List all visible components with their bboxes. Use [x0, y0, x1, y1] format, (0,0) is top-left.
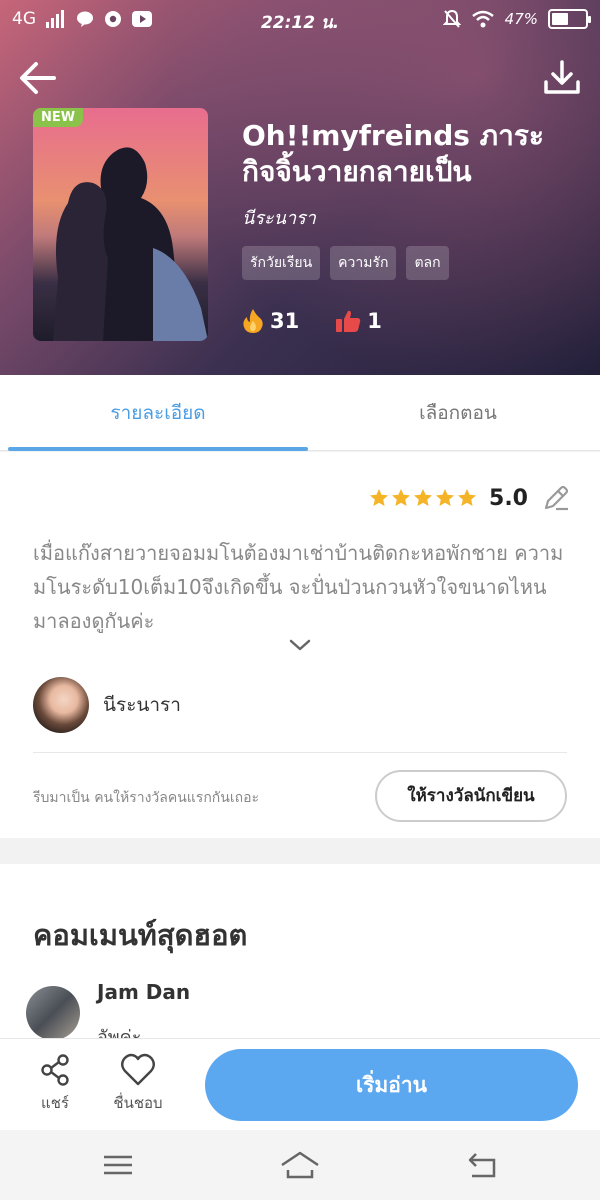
thumbs-up-icon — [336, 310, 361, 332]
hot-stat: 31 — [242, 308, 299, 334]
arrow-left-icon — [20, 62, 56, 94]
commenter-avatar[interactable] — [26, 986, 80, 1040]
comments-title: คอมเมนท์สุดฮอต — [33, 918, 248, 952]
star-icon — [458, 489, 477, 506]
system-nav-bar — [0, 1130, 600, 1200]
fire-icon — [243, 309, 263, 333]
star-icon — [436, 489, 455, 506]
pencil-icon[interactable] — [542, 484, 570, 512]
like-count: 1 — [367, 309, 382, 333]
hot-comments-section: คอมเมนท์สุดฮอต Jam Dan อัพค่ะ — [0, 864, 600, 1054]
detail-section: 5.0 เมื่อแก๊งสายวายจอมมโนต้องมาเช่าบ้านต… — [0, 452, 600, 838]
reward-author-button[interactable]: ให้รางวัลนักเขียน — [375, 770, 567, 822]
share-label: แชร์ — [41, 1094, 69, 1112]
cover-image — [53, 147, 208, 341]
back-nav-icon[interactable] — [462, 1150, 502, 1180]
like-label: ชื่นชอบ — [113, 1094, 163, 1112]
start-reading-button[interactable]: เริ่มอ่าน — [205, 1049, 578, 1121]
share-button[interactable]: แชร์ — [20, 1053, 90, 1115]
rating-score: 5.0 — [489, 485, 528, 511]
book-author[interactable]: นีระนารา — [242, 203, 316, 232]
download-button[interactable] — [540, 56, 584, 100]
tab-indicator — [8, 447, 308, 451]
like-button[interactable]: ชื่นชอบ — [103, 1053, 173, 1115]
rating-stars — [369, 488, 477, 508]
commenter-name[interactable]: Jam Dan — [97, 980, 190, 1004]
reward-prompt: รีบมาเป็น คนให้รางวัลคนแรกกันเถอะ — [33, 790, 260, 806]
star-icon — [392, 489, 411, 506]
tag-list: รักวัยเรียน ความรัก ตลก — [242, 246, 449, 280]
new-badge: NEW — [33, 108, 84, 127]
share-icon — [41, 1054, 69, 1086]
mute-icon — [442, 9, 461, 28]
status-bar: 4G 22:12 น. 47% — [0, 0, 600, 40]
book-cover[interactable]: NEW — [33, 108, 208, 341]
like-stat: 1 — [335, 309, 382, 333]
star-icon — [370, 489, 389, 506]
battery-icon — [548, 9, 591, 29]
back-button[interactable] — [16, 56, 60, 100]
hot-count: 31 — [270, 309, 300, 333]
book-stats: 31 1 — [242, 308, 382, 334]
heart-icon — [121, 1053, 155, 1086]
tab-details[interactable]: รายละเอียด — [8, 375, 308, 451]
book-title: Oh!!myfreinds ภาระกิจจิ้นวายกลายเป็น — [242, 119, 544, 188]
author-avatar[interactable] — [33, 677, 89, 733]
rating: 5.0 — [369, 484, 570, 512]
download-icon — [544, 60, 580, 94]
tab-chapters[interactable]: เลือกตอน — [308, 375, 600, 451]
action-bar: แชร์ ชื่นชอบ เริ่มอ่าน — [0, 1038, 600, 1130]
wifi-icon — [471, 10, 494, 28]
tab-bar: รายละเอียด เลือกตอน — [0, 375, 600, 451]
author-name[interactable]: นีระนารา — [103, 690, 181, 720]
book-header: 4G 22:12 น. 47% NEW Oh!!myfreinds ภาระกิ… — [0, 0, 600, 375]
book-detail-screen: 4G 22:12 น. 47% NEW Oh!!myfreinds ภาระกิ… — [0, 0, 600, 1200]
star-icon — [414, 489, 433, 506]
tag[interactable]: ความรัก — [330, 246, 397, 280]
book-description: เมื่อแก๊งสายวายจอมมโนต้องมาเช่าบ้านติดกะ… — [33, 541, 564, 633]
home-icon[interactable] — [280, 1150, 320, 1180]
divider — [33, 752, 567, 753]
menu-icon[interactable] — [98, 1150, 138, 1180]
author-row[interactable]: นีระนารา — [33, 676, 181, 734]
battery-percent: 47% — [504, 10, 538, 28]
chevron-down-icon[interactable] — [288, 638, 312, 652]
tag[interactable]: รักวัยเรียน — [242, 246, 321, 280]
tag[interactable]: ตลก — [406, 246, 449, 280]
